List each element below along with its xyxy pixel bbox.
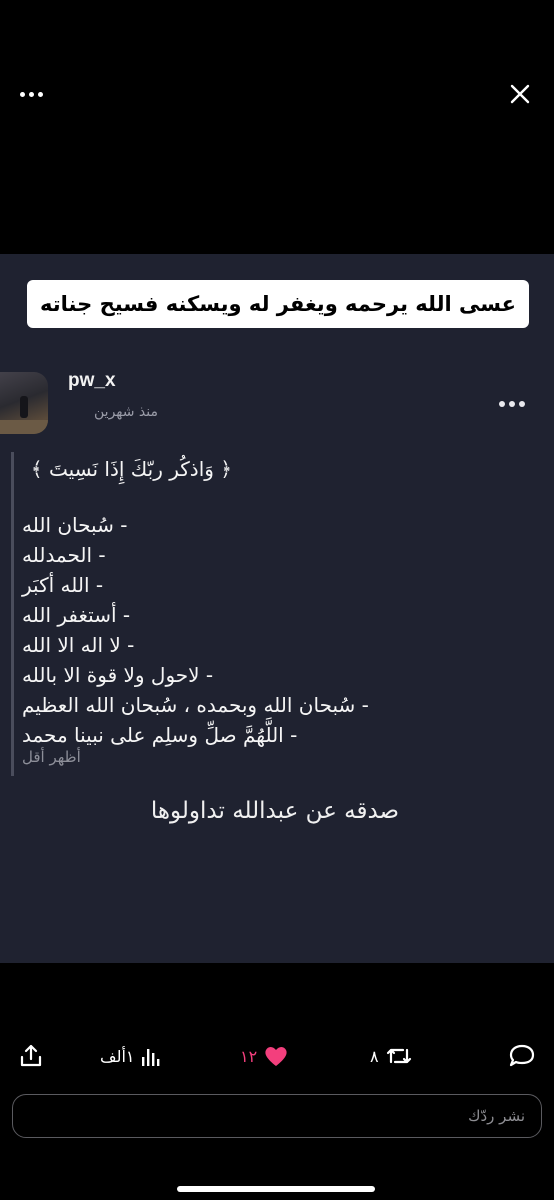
close-button[interactable] <box>506 80 534 108</box>
views-count: ١ألف <box>100 1046 135 1066</box>
bar-chart-icon <box>142 1049 160 1066</box>
footer-note: صدقه عن عبدالله تداولوها <box>150 798 400 824</box>
post-image: عسى الله يرحمه ويغفر له ويسكنه فسيح جنات… <box>0 254 554 963</box>
list-item: - أستغفر الله <box>22 603 131 627</box>
list-item: - اللَّهُمَّ صلِّ وسلِم على نبينا محمد <box>22 723 298 747</box>
heart-icon <box>265 1047 287 1066</box>
avatar <box>0 372 48 434</box>
media-viewer: عسى الله يرحمه ويغفر له ويسكنه فسيح جنات… <box>0 0 554 1200</box>
action-bar: ١ألف ١٢ ٨ <box>0 1036 554 1076</box>
image-caption: عسى الله يرحمه ويغفر له ويسكنه فسيح جنات… <box>27 280 529 328</box>
top-bar <box>0 0 554 200</box>
reply-button[interactable] <box>508 1036 536 1076</box>
views-button[interactable]: ١ألف <box>100 1036 162 1076</box>
post-time-ago: منذ شهرين <box>94 404 158 420</box>
repost-icon <box>386 1048 411 1064</box>
share-button[interactable] <box>18 1036 44 1076</box>
more-options-button[interactable] <box>20 84 50 104</box>
share-icon <box>20 1044 42 1067</box>
repost-button[interactable]: ٨ <box>370 1036 413 1076</box>
list-item: - لاحول ولا قوة الا بالله <box>22 663 214 687</box>
show-less-link: أظهر أقل <box>22 748 81 766</box>
post-username: pw_x <box>68 370 116 391</box>
list-item: - لا اله الا الله <box>22 633 135 657</box>
like-button[interactable]: ١٢ <box>240 1036 289 1076</box>
reply-input[interactable]: نشر ردّك <box>12 1094 542 1138</box>
post-menu-button <box>499 397 535 411</box>
reply-placeholder: نشر ردّك <box>468 1107 525 1125</box>
list-item: - الله أكبَر <box>22 573 104 597</box>
list-item: - الحمدلله <box>22 543 106 567</box>
more-horizontal-icon <box>499 401 525 407</box>
home-indicator <box>177 1186 375 1192</box>
reply-bubble-icon <box>509 1044 535 1067</box>
close-icon <box>510 84 530 104</box>
list-item: - سُبحان الله <box>22 513 128 537</box>
dhikr-list: - سُبحان الله - الحمدلله - الله أكبَر - … <box>0 510 402 750</box>
list-item: - سُبحان الله وبحمده ، سُبحان الله العظي… <box>22 693 369 717</box>
reposts-count: ٨ <box>370 1046 379 1066</box>
more-horizontal-icon <box>20 91 43 97</box>
likes-count: ١٢ <box>240 1046 258 1066</box>
verse-text: ﴿ وَاذكُر ربّكَ إِذَا نَسِيتَ ﴾ <box>30 457 232 481</box>
